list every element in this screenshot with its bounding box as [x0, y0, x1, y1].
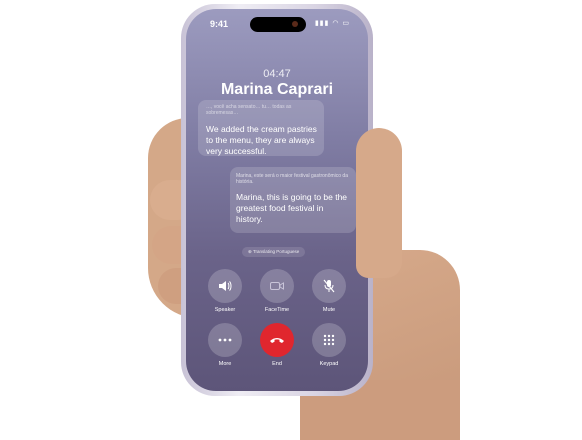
translating-label: Translating Portuguese	[252, 249, 300, 254]
more-button[interactable]: More	[208, 323, 242, 367]
keypad-label: Keypad	[319, 361, 339, 367]
phone-hangup-icon[interactable]	[260, 323, 294, 357]
keypad-button[interactable]: Keypad	[312, 323, 346, 367]
end-label: End	[272, 361, 282, 367]
message-bubble-outgoing: Marina, este será o maior festival gastr…	[230, 167, 356, 233]
message-translation: Marina, this is going to be the greatest…	[236, 192, 348, 224]
speaker-button[interactable]: Speaker	[208, 269, 242, 313]
video-camera-icon[interactable]	[260, 269, 294, 303]
facetime-label: FaceTime	[264, 307, 290, 313]
call-timer: 04:47	[263, 68, 291, 80]
camera-dot	[292, 21, 298, 27]
thumb	[356, 128, 402, 278]
translating-indicator: ⊕ Translating Portuguese	[242, 247, 306, 257]
speaker-label: Speaker	[214, 307, 236, 313]
end-call-button[interactable]: End	[260, 323, 294, 367]
keypad-icon[interactable]	[312, 323, 346, 357]
ellipsis-icon[interactable]	[208, 323, 242, 357]
message-translation: We added the cream pastries to the menu,…	[206, 124, 317, 156]
dynamic-island	[250, 17, 306, 32]
mute-label: Mute	[322, 307, 336, 313]
status-icons: ▮▮▮ ◠ ▭	[314, 20, 350, 27]
phone-frame: 9:41 ▮▮▮ ◠ ▭ 04:47 Marina Caprari …, voc…	[181, 4, 373, 396]
microphone-slash-icon[interactable]	[312, 269, 346, 303]
status-time: 9:41	[210, 19, 229, 29]
mute-button[interactable]: Mute	[312, 269, 346, 313]
phone-screen: 9:41 ▮▮▮ ◠ ▭ 04:47 Marina Caprari …, voc…	[186, 9, 368, 391]
message-original: …, você acha sensato… tu… todas as sobre…	[206, 104, 292, 116]
more-label: More	[218, 361, 232, 367]
facetime-button[interactable]: FaceTime	[260, 269, 294, 313]
caller-name: Marina Caprari	[220, 81, 334, 98]
message-original: Marina, este será o maior festival gastr…	[236, 173, 348, 185]
message-bubble-incoming: …, você acha sensato… tu… todas as sobre…	[198, 100, 324, 156]
speaker-icon[interactable]	[208, 269, 242, 303]
